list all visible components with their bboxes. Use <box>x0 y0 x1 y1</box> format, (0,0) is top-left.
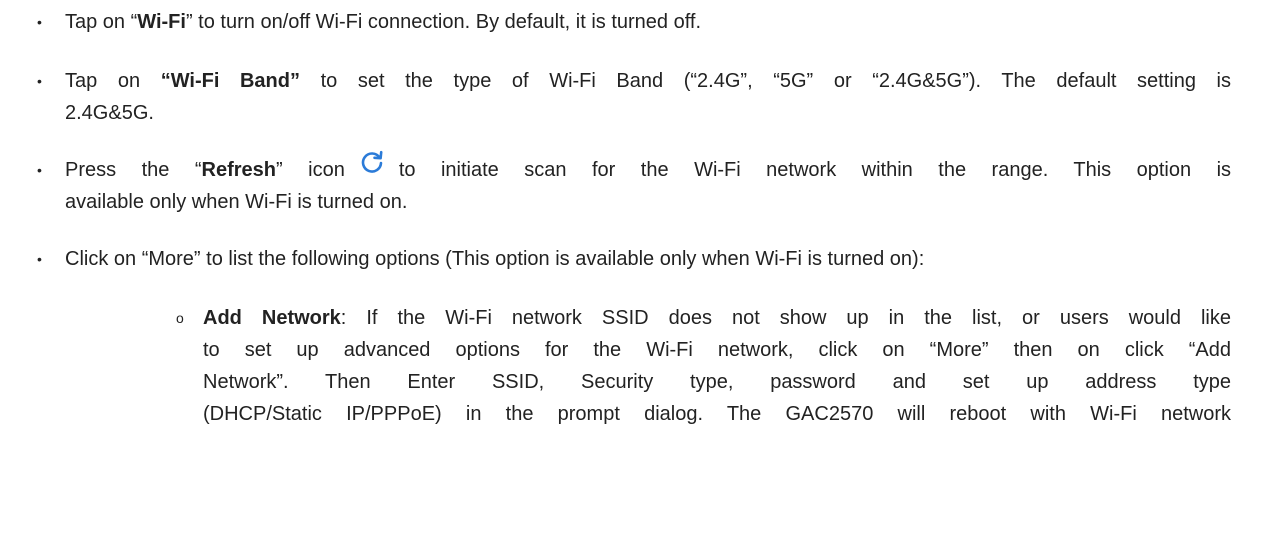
bold-term-wifi: Wi-Fi <box>137 11 186 33</box>
list-item-text: Press the “Refresh” icon to initiate scan… <box>65 150 1232 218</box>
document-page: • Tap on “Wi-Fi” to turn on/off Wi-Fi co… <box>0 0 1269 540</box>
bold-term-refresh: Refresh <box>201 159 277 181</box>
list-item-text: Click on “More” to list the following op… <box>65 248 925 270</box>
bold-term-add-network: Add Network <box>203 307 341 329</box>
text-segment: Tap on “ <box>65 11 138 33</box>
text-segment: ” icon <box>276 159 345 181</box>
text-segment: : If the Wi-Fi network SSID does not sho… <box>340 307 1231 329</box>
text-line: (DHCP/Static IP/PPPoE) in the prompt dia… <box>203 403 1231 425</box>
sub-bullet-glyph: o <box>176 310 184 326</box>
bullet-glyph: • <box>37 162 42 178</box>
list-item-text: Tap on “Wi-Fi Band” to set the type of W… <box>65 65 1231 129</box>
bullet-glyph: • <box>37 251 42 267</box>
bullet-glyph: • <box>37 14 42 30</box>
text-line: Tap on “Wi-Fi Band” to set the type of W… <box>65 65 1231 97</box>
text-segment: Press the “ <box>65 159 202 181</box>
text-line: available only when Wi-Fi is turned on. <box>65 191 408 213</box>
text-line: Press the “Refresh” icon to initiate scan… <box>65 150 1232 186</box>
text-line: Network”. Then Enter SSID, Security type… <box>203 371 1231 393</box>
text-line: Add Network: If the Wi-Fi network SSID d… <box>203 302 1231 334</box>
sub-list-item-text: Add Network: If the Wi-Fi network SSID d… <box>203 302 1231 430</box>
list-item-text: Tap on “Wi-Fi” to turn on/off Wi-Fi conn… <box>65 6 1231 38</box>
text-line: 2.4G&5G. <box>65 102 154 124</box>
text-line: to set up advanced options for the Wi-Fi… <box>203 339 1231 361</box>
text-segment: to initiate scan for the Wi-Fi network w… <box>398 159 1232 181</box>
refresh-icon <box>359 149 385 185</box>
bullet-glyph: • <box>37 73 42 89</box>
text-segment: Tap on <box>65 70 161 92</box>
bold-term-wifi-band: “Wi-Fi Band” <box>160 70 300 92</box>
text-segment: ” to turn on/off Wi-Fi connection. By de… <box>185 11 702 33</box>
text-segment: to set the type of Wi-Fi Band (“2.4G”, “… <box>299 70 1232 92</box>
